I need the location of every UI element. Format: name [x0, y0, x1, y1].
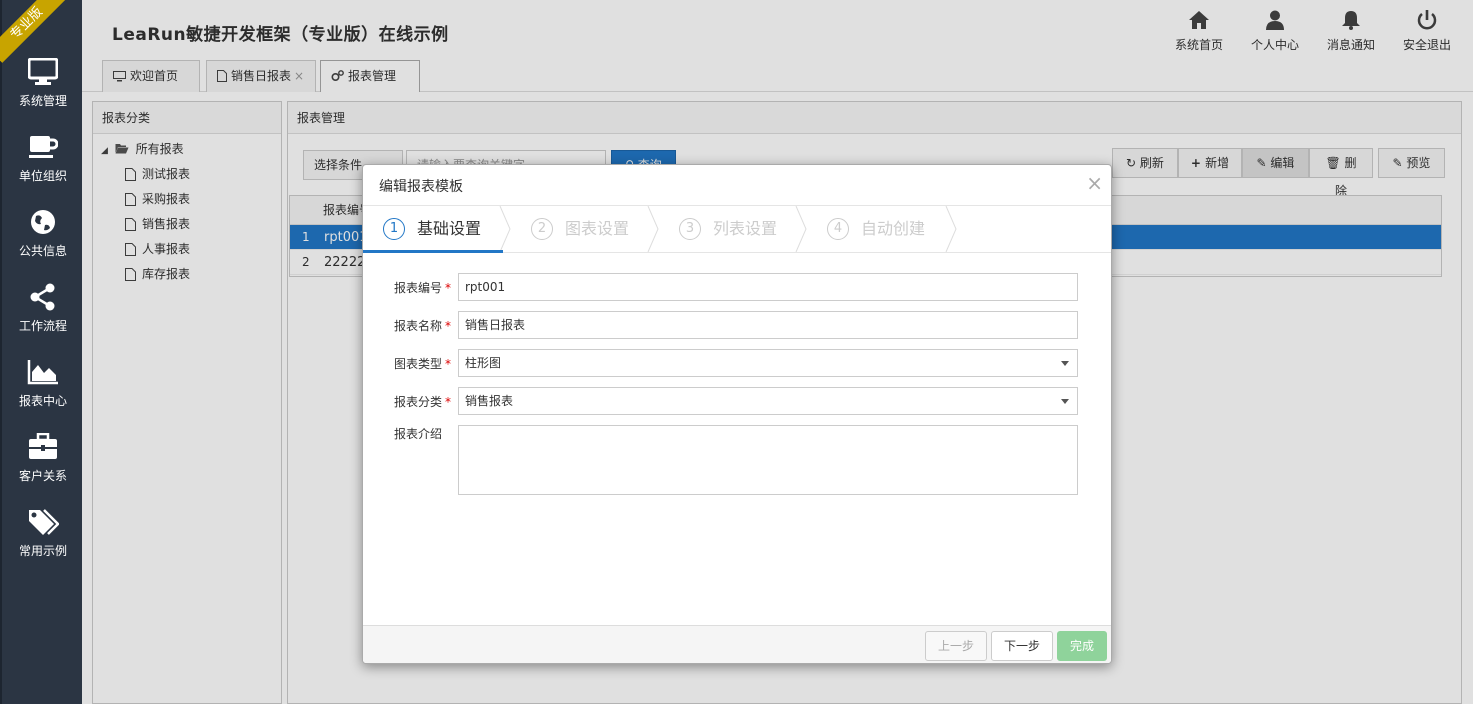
chevron-down-icon: [1061, 399, 1069, 404]
chart-type-label: 图表类型 *: [394, 355, 451, 372]
sidebar-item-reports[interactable]: 报表中心: [2, 358, 84, 418]
step-number: 1: [383, 218, 405, 240]
step-auto-create[interactable]: 4 自动创建: [827, 206, 947, 252]
finish-button[interactable]: 完成: [1057, 631, 1107, 661]
tags-icon: [29, 509, 59, 535]
field-value: 销售报表: [465, 394, 514, 408]
step-label: 列表设置: [713, 219, 778, 238]
step-label: 图表设置: [565, 219, 630, 238]
required-mark: *: [445, 395, 452, 409]
edit-report-modal: 编辑报表模板 × 1 基础设置 2 图表设置 3 列表设置 4 自动创建 报表编…: [362, 164, 1112, 664]
sidebar-item-label: 常用示例: [18, 544, 67, 558]
label-text: 报表名称: [394, 319, 443, 333]
sidebar-item-label: 客户关系: [18, 469, 67, 483]
sidebar-item-system[interactable]: 系统管理: [2, 58, 84, 118]
required-mark: *: [445, 281, 452, 295]
sidebar-item-org[interactable]: 单位组织: [2, 133, 84, 193]
label-text: 报表编号: [394, 281, 443, 295]
sidebar: 专业版 系统管理 单位组织 公共信息 工作流程 报表中心 客户关系 常用示例: [0, 0, 82, 704]
monitor-icon: [28, 58, 58, 85]
chart-type-select[interactable]: 柱形图: [458, 349, 1078, 377]
field-value: 柱形图: [465, 356, 502, 370]
modal-title: 编辑报表模板: [379, 179, 463, 195]
label-text: 报表介绍: [394, 427, 443, 441]
chevron-down-icon: [1061, 361, 1069, 366]
sidebar-item-label: 公共信息: [18, 244, 67, 258]
app-root: 专业版 系统管理 单位组织 公共信息 工作流程 报表中心 客户关系 常用示例 L…: [0, 0, 1473, 704]
edition-badge: 专业版: [0, 0, 66, 63]
sidebar-item-workflow[interactable]: 工作流程: [2, 283, 84, 343]
sidebar-item-label: 报表中心: [18, 394, 67, 408]
step-number: 4: [827, 218, 849, 240]
active-step-indicator: [363, 250, 503, 253]
modal-footer: 上一步 下一步 完成: [363, 625, 1111, 663]
sidebar-item-label: 系统管理: [18, 94, 67, 108]
sidebar-item-label: 工作流程: [18, 319, 67, 333]
report-intro-textarea[interactable]: [458, 425, 1078, 495]
step-basic-settings[interactable]: 1 基础设置: [383, 206, 503, 252]
required-mark: *: [445, 357, 452, 371]
required-mark: *: [445, 319, 452, 333]
category-label: 报表分类 *: [394, 393, 451, 410]
prev-step-button[interactable]: 上一步: [925, 631, 987, 661]
wizard-steps: 1 基础设置 2 图表设置 3 列表设置 4 自动创建: [363, 205, 1111, 253]
next-step-button[interactable]: 下一步: [991, 631, 1053, 661]
coffee-cup-icon: [29, 136, 58, 158]
label-text: 图表类型: [394, 357, 443, 371]
share-icon: [30, 283, 55, 311]
step-list-settings[interactable]: 3 列表设置: [679, 206, 799, 252]
step-label: 自动创建: [861, 219, 926, 238]
code-label: 报表编号 *: [394, 279, 451, 296]
report-name-field[interactable]: 销售日报表: [458, 311, 1078, 339]
globe-icon: [31, 210, 55, 234]
sidebar-item-public[interactable]: 公共信息: [2, 208, 84, 268]
name-label: 报表名称 *: [394, 317, 451, 334]
sidebar-item-examples[interactable]: 常用示例: [2, 508, 84, 568]
step-number: 2: [531, 218, 553, 240]
intro-label: 报表介绍: [394, 425, 442, 442]
area-chart-icon: [27, 360, 58, 385]
step-chart-settings[interactable]: 2 图表设置: [531, 206, 651, 252]
field-value: 销售日报表: [465, 318, 526, 332]
category-select[interactable]: 销售报表: [458, 387, 1078, 415]
report-code-field[interactable]: rpt001: [458, 273, 1078, 301]
sidebar-item-crm[interactable]: 客户关系: [2, 433, 84, 493]
sidebar-item-label: 单位组织: [18, 169, 67, 183]
label-text: 报表分类: [394, 395, 443, 409]
close-icon[interactable]: ×: [1086, 171, 1103, 195]
step-number: 3: [679, 218, 701, 240]
briefcase-icon: [29, 433, 57, 459]
step-label: 基础设置: [417, 219, 482, 238]
field-value: rpt001: [465, 280, 506, 294]
